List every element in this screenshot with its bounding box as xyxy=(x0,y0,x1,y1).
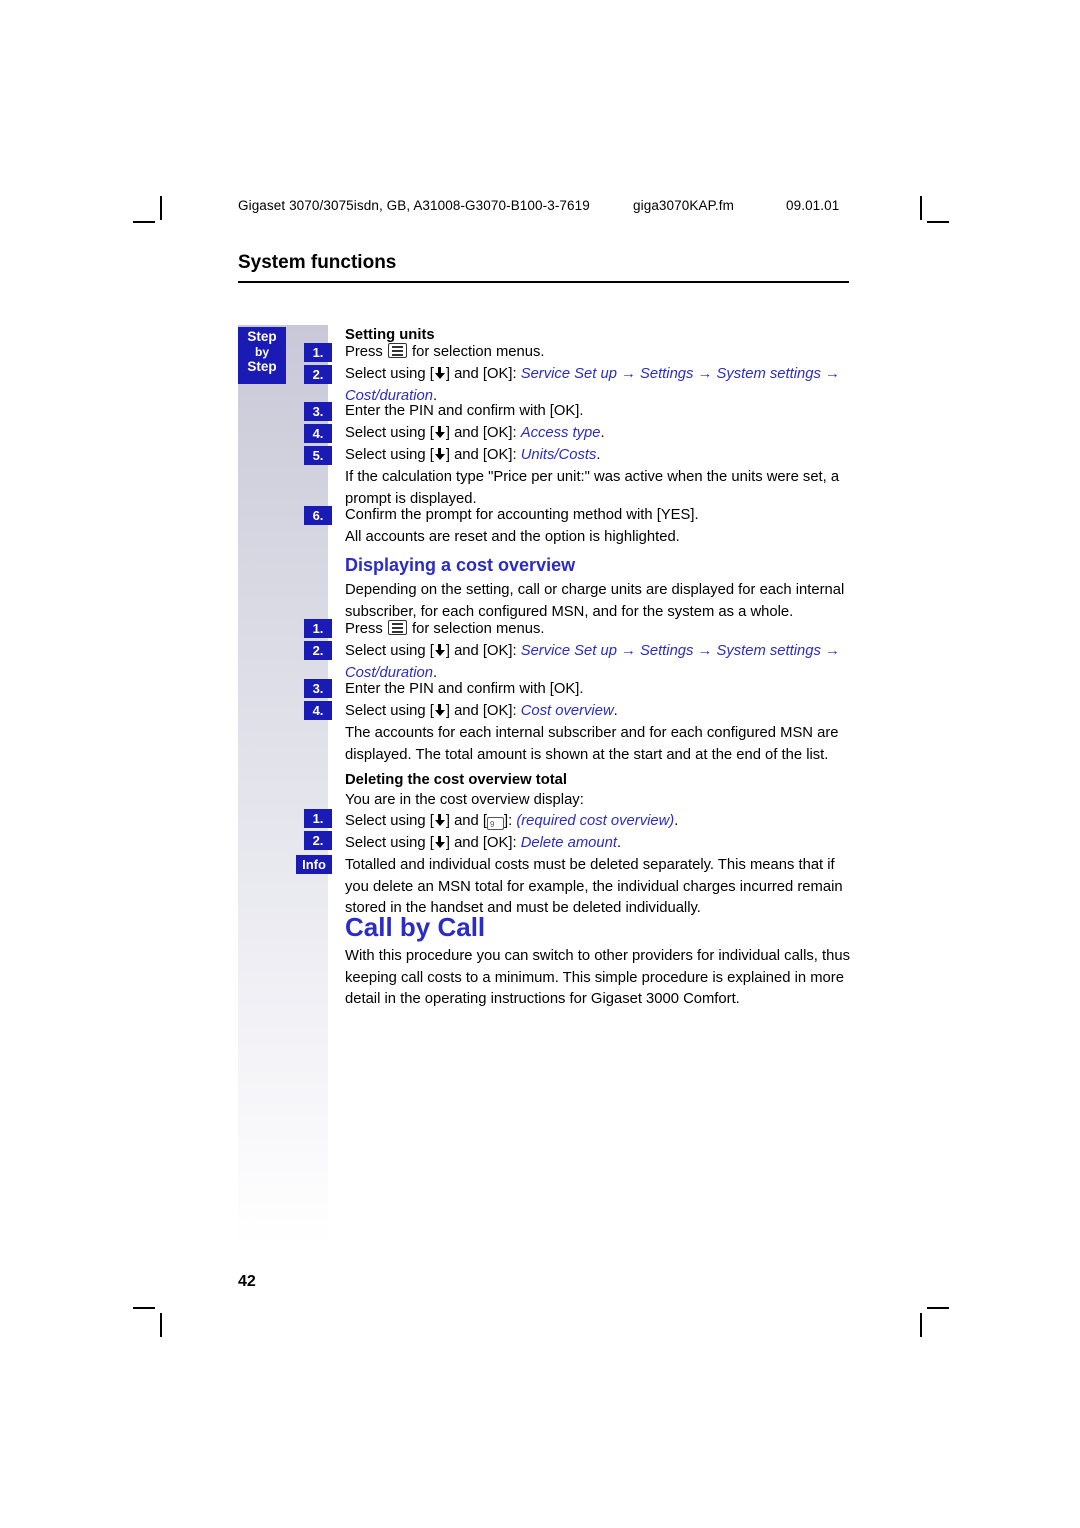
cost-step4-pre-text: Select using [ xyxy=(345,703,434,719)
info-badge: Info xyxy=(296,855,332,874)
down-arrow-key-icon xyxy=(434,814,446,828)
crop-mark-bottom-left-h xyxy=(133,1307,155,1309)
page-number: 42 xyxy=(238,1273,256,1290)
setting-units-step-3: Enter the PIN and confirm with [OK]. xyxy=(345,403,584,419)
step-badge-line1: Step xyxy=(247,329,277,344)
step2-pre-text: Select using [ xyxy=(345,366,434,382)
call-by-call-body: With this procedure you can switch to ot… xyxy=(345,948,850,1008)
crop-mark-bottom-right-h xyxy=(927,1307,949,1309)
chapter-title: System functions xyxy=(238,252,397,273)
menu-path-settings: Settings xyxy=(639,643,694,659)
crop-mark-top-right-h xyxy=(927,221,949,223)
deleting-heading: Deleting the cost overview total xyxy=(345,772,568,788)
cost-overview-closing: The accounts for each internal subscribe… xyxy=(345,725,839,763)
step5-end-text: . xyxy=(596,447,601,463)
deleting-info-text: Totalled and individual costs must be de… xyxy=(345,857,843,917)
cost-overview-intro: Depending on the setting, call or charge… xyxy=(345,582,845,620)
header-file-name: giga3070KAP.fm xyxy=(633,198,734,213)
deleting-intro: You are in the cost overview display: xyxy=(345,792,584,808)
step-chip-2: 2. xyxy=(304,365,332,384)
cost-chip-1: 1. xyxy=(304,619,332,638)
cost-chip-2: 2. xyxy=(304,641,332,660)
crop-mark-top-right-v xyxy=(920,196,922,220)
cost-step4-mid-text: ] and [OK]: xyxy=(445,703,521,719)
del-step2-pre-text: Select using [ xyxy=(345,835,434,851)
numeric-key-9-icon: 9 xyxy=(486,817,504,830)
menu-path-settings: Settings xyxy=(639,366,694,382)
cost-step1-post-text: for selection menus. xyxy=(407,621,545,637)
step1-post-text: for selection menus. xyxy=(407,344,545,360)
down-arrow-key-icon xyxy=(434,644,446,658)
menu-item-delete-amount: Delete amount xyxy=(520,835,617,851)
deleting-step-1: Select using [ ] and [9]: (required cost … xyxy=(345,811,853,833)
menu-item-cost-overview: Cost overview xyxy=(520,703,614,719)
step-chip-4: 4. xyxy=(304,424,332,443)
step4-end-text: . xyxy=(600,425,605,441)
header-rule xyxy=(238,281,849,283)
step5-pre-text: Select using [ xyxy=(345,447,434,463)
call-by-call-heading: Call by Call xyxy=(345,912,486,942)
menu-item-units-costs: Units/Costs xyxy=(520,447,597,463)
cost-step2-mid-text: ] and [OK]: xyxy=(445,643,521,659)
del-step1-end-text: . xyxy=(674,813,679,829)
document-page: Gigaset 3070/3075isdn, GB, A31008-G3070-… xyxy=(0,0,1080,1528)
menu-path-system-settings: System settings xyxy=(716,366,821,382)
cost-overview-step-4: Select using [ ] and [OK]: Cost overview. xyxy=(345,701,853,723)
cost-overview-step-3: Enter the PIN and confirm with [OK]. xyxy=(345,681,584,697)
setting-units-step-4: Select using [ ] and [OK]: Access type. xyxy=(345,423,853,445)
menu-path-system-settings: System settings xyxy=(716,643,821,659)
down-arrow-key-icon xyxy=(434,704,446,718)
step-badge-line2: by xyxy=(254,344,269,359)
setting-units-closing: All accounts are reset and the option is… xyxy=(345,529,680,545)
delete-chip-2: 2. xyxy=(304,831,332,850)
menu-key-icon xyxy=(387,343,407,358)
cost-step1-pre-text: Press xyxy=(345,621,387,637)
cost-chip-4: 4. xyxy=(304,701,332,720)
crop-mark-top-left-v xyxy=(160,196,162,220)
step4-pre-text: Select using [ xyxy=(345,425,434,441)
step1-pre-text: Press xyxy=(345,344,387,360)
step-badge-line3: Step xyxy=(247,358,277,374)
menu-path-service-setup: Service Set up xyxy=(520,643,617,659)
del-step2-end-text: . xyxy=(616,835,622,851)
down-arrow-key-icon xyxy=(434,367,446,381)
cost-overview-step-2: Select using [ ] and [OK]: Service Set up… xyxy=(345,643,840,681)
deleting-step-2: Select using [ ] and [OK]: Delete amount. xyxy=(345,833,853,855)
step4-mid-text: ] and [OK]: xyxy=(445,425,521,441)
setting-units-note: If the calculation type "Price per unit:… xyxy=(345,469,840,507)
del-step1-mid-text: ] and [ xyxy=(445,813,487,829)
cost-step4-end-text: . xyxy=(613,703,618,719)
cost-overview-heading: Displaying a cost overview xyxy=(345,555,576,575)
step-by-step-badge: Step by Step xyxy=(238,327,286,384)
cost-overview-step-1: Press for selection menus. xyxy=(345,619,853,641)
del-step2-mid-text: ] and [OK]: xyxy=(445,835,521,851)
step-chip-3: 3. xyxy=(304,402,332,421)
down-arrow-key-icon xyxy=(434,448,446,462)
crop-mark-bottom-right-v xyxy=(920,1313,922,1337)
cost-step2-pre-text: Select using [ xyxy=(345,643,434,659)
header-document-ref: Gigaset 3070/3075isdn, GB, A31008-G3070-… xyxy=(238,198,590,213)
down-arrow-key-icon xyxy=(434,836,446,850)
down-arrow-key-icon xyxy=(434,426,446,440)
menu-path-service-setup: Service Set up xyxy=(520,366,617,382)
setting-units-step-6: Confirm the prompt for accounting method… xyxy=(345,507,699,523)
del-step1-pre-text: Select using [ xyxy=(345,813,434,829)
setting-units-step-1: Press for selection menus. xyxy=(345,342,853,364)
step5-mid-text: ] and [OK]: xyxy=(445,447,521,463)
del-step1-post-text: ]: xyxy=(503,813,517,829)
step-chip-1: 1. xyxy=(304,343,332,362)
menu-key-icon xyxy=(387,620,407,635)
delete-chip-1: 1. xyxy=(304,809,332,828)
menu-item-access-type: Access type xyxy=(520,425,601,441)
cost-chip-3: 3. xyxy=(304,679,332,698)
required-cost-overview-note: (required cost overview) xyxy=(516,813,675,829)
crop-mark-top-left-h xyxy=(133,221,155,223)
step-chip-5: 5. xyxy=(304,446,332,465)
step-chip-6: 6. xyxy=(304,506,332,525)
setting-units-step-5: Select using [ ] and [OK]: Units/Costs. xyxy=(345,445,853,467)
step2-mid-text: ] and [OK]: xyxy=(445,366,521,382)
crop-mark-bottom-left-v xyxy=(160,1313,162,1337)
header-date: 09.01.01 xyxy=(786,198,840,213)
